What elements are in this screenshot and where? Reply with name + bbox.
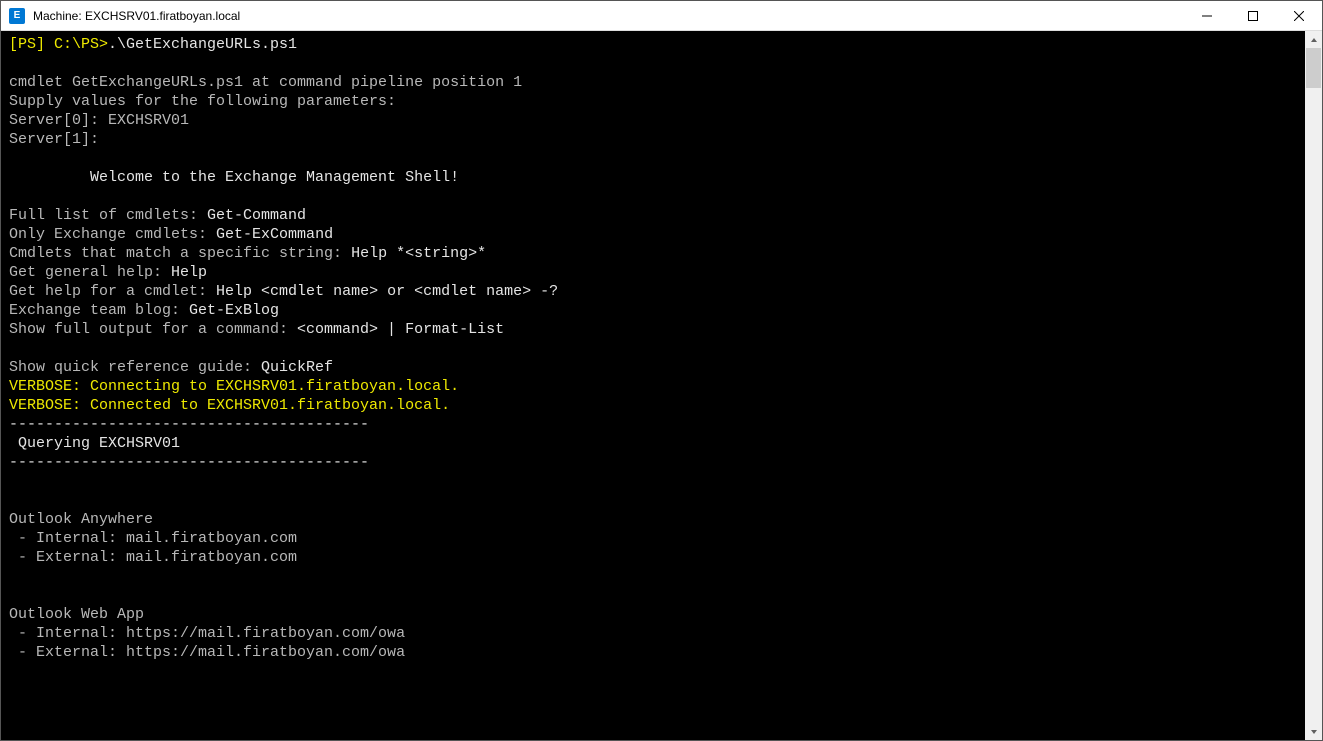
output-line: Server[1]: xyxy=(9,131,99,148)
help-cmd: Get-Command xyxy=(207,207,306,224)
help-cmd: Help xyxy=(171,264,207,281)
close-button[interactable] xyxy=(1276,1,1322,30)
output-line: Full list of cmdlets: xyxy=(9,207,207,224)
app-icon: E xyxy=(9,8,25,24)
output-line: Show full output for a command: xyxy=(9,321,297,338)
prompt-text: [PS] C:\PS> xyxy=(9,36,108,53)
command-text: .\GetExchangeURLs.ps1 xyxy=(108,36,297,53)
help-cmd: Help *<string>* xyxy=(351,245,486,262)
help-cmd: QuickRef xyxy=(261,359,333,376)
output-line: Supply values for the following paramete… xyxy=(9,93,396,110)
window-frame: E Machine: EXCHSRV01.firatboyan.local [P… xyxy=(0,0,1323,741)
output-line: Get help for a cmdlet: xyxy=(9,283,216,300)
terminal-output[interactable]: [PS] C:\PS>.\GetExchangeURLs.ps1 cmdlet … xyxy=(1,31,1305,740)
scroll-down-arrow[interactable] xyxy=(1305,723,1322,740)
separator-line: ---------------------------------------- xyxy=(9,416,369,433)
scrollbar-thumb[interactable] xyxy=(1306,48,1321,88)
verbose-line: VERBOSE: Connecting to EXCHSRV01.firatbo… xyxy=(9,378,459,395)
output-line: Only Exchange cmdlets: xyxy=(9,226,216,243)
output-line: - External: https://mail.firatboyan.com/… xyxy=(9,644,405,661)
output-line: Server[0]: EXCHSRV01 xyxy=(9,112,189,129)
window-title: Machine: EXCHSRV01.firatboyan.local xyxy=(33,9,1184,23)
help-cmd: Get-ExCommand xyxy=(216,226,333,243)
help-cmd: Get-ExBlog xyxy=(189,302,279,319)
terminal-container: [PS] C:\PS>.\GetExchangeURLs.ps1 cmdlet … xyxy=(1,31,1322,740)
maximize-button[interactable] xyxy=(1230,1,1276,30)
section-title: Outlook Web App xyxy=(9,606,144,623)
welcome-line: Welcome to the Exchange Management Shell… xyxy=(9,169,459,186)
minimize-button[interactable] xyxy=(1184,1,1230,30)
output-line: - Internal: https://mail.firatboyan.com/… xyxy=(9,625,405,642)
output-line: cmdlet GetExchangeURLs.ps1 at command pi… xyxy=(9,74,522,91)
output-line: Cmdlets that match a specific string: xyxy=(9,245,351,262)
output-line: - Internal: mail.firatboyan.com xyxy=(9,530,297,547)
output-line: Exchange team blog: xyxy=(9,302,189,319)
query-line: Querying EXCHSRV01 xyxy=(9,435,180,452)
output-line: Show quick reference guide: xyxy=(9,359,261,376)
help-cmd: <command> | Format-List xyxy=(297,321,504,338)
separator-line: ---------------------------------------- xyxy=(9,454,369,471)
output-line: - External: mail.firatboyan.com xyxy=(9,549,297,566)
window-controls xyxy=(1184,1,1322,30)
section-title: Outlook Anywhere xyxy=(9,511,153,528)
verbose-line: VERBOSE: Connected to EXCHSRV01.firatboy… xyxy=(9,397,450,414)
vertical-scrollbar[interactable] xyxy=(1305,31,1322,740)
output-line: Get general help: xyxy=(9,264,171,281)
help-cmd: Help <cmdlet name> or <cmdlet name> -? xyxy=(216,283,558,300)
titlebar[interactable]: E Machine: EXCHSRV01.firatboyan.local xyxy=(1,1,1322,31)
scroll-up-arrow[interactable] xyxy=(1305,31,1322,48)
